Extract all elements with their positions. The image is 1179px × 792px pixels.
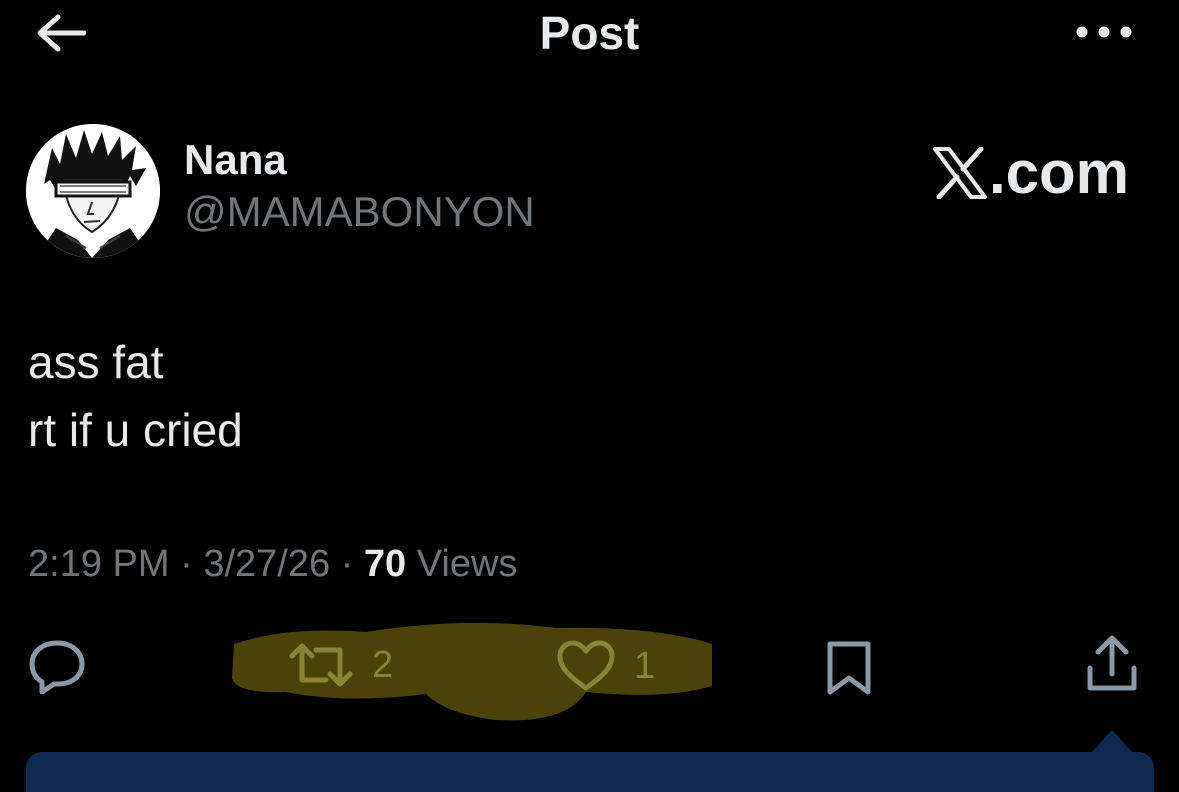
post-meta: 2:19 PM · 3/27/26 · 70 Views <box>28 543 517 586</box>
post-text: ass fat rt if u cried <box>28 336 243 456</box>
repost-count: 2 <box>372 643 394 686</box>
share-icon <box>1087 635 1137 691</box>
share-button[interactable] <box>1084 634 1140 694</box>
avatar[interactable] <box>26 124 160 258</box>
x-watermark: .com <box>932 138 1129 207</box>
views-count[interactable]: 70 <box>364 543 406 585</box>
repost-button[interactable]: 2 <box>288 640 393 690</box>
like-button[interactable]: 1 <box>556 640 655 692</box>
meta-separator: · <box>180 543 193 585</box>
more-horizontal-icon <box>1076 26 1132 38</box>
more-options-button[interactable] <box>1069 12 1139 52</box>
action-bar: 2 1 <box>0 610 1179 730</box>
meta-separator: · <box>340 543 354 585</box>
bookmark-icon <box>827 641 871 695</box>
bookmark-button[interactable] <box>824 640 874 696</box>
reply-icon <box>29 640 85 694</box>
bottom-banner <box>26 752 1154 792</box>
x-logo-icon <box>932 146 987 199</box>
arrow-left-icon <box>37 14 86 52</box>
watermark-text: .com <box>988 139 1129 206</box>
repost-icon <box>289 643 353 687</box>
post-date[interactable]: 3/27/26 <box>203 543 330 585</box>
page-title: Post <box>539 7 640 59</box>
views-label[interactable]: Views <box>417 543 518 585</box>
reply-button[interactable] <box>28 638 86 694</box>
top-bar: Post <box>0 0 1179 70</box>
display-name[interactable]: Nana <box>184 136 287 184</box>
back-button[interactable] <box>30 8 90 58</box>
user-handle[interactable]: @MAMABONYON <box>184 188 535 236</box>
tooltip-caret <box>1090 730 1134 754</box>
like-count: 1 <box>634 644 656 687</box>
post-time[interactable]: 2:19 PM <box>28 543 170 585</box>
heart-icon <box>557 640 615 691</box>
avatar-image <box>26 124 160 258</box>
